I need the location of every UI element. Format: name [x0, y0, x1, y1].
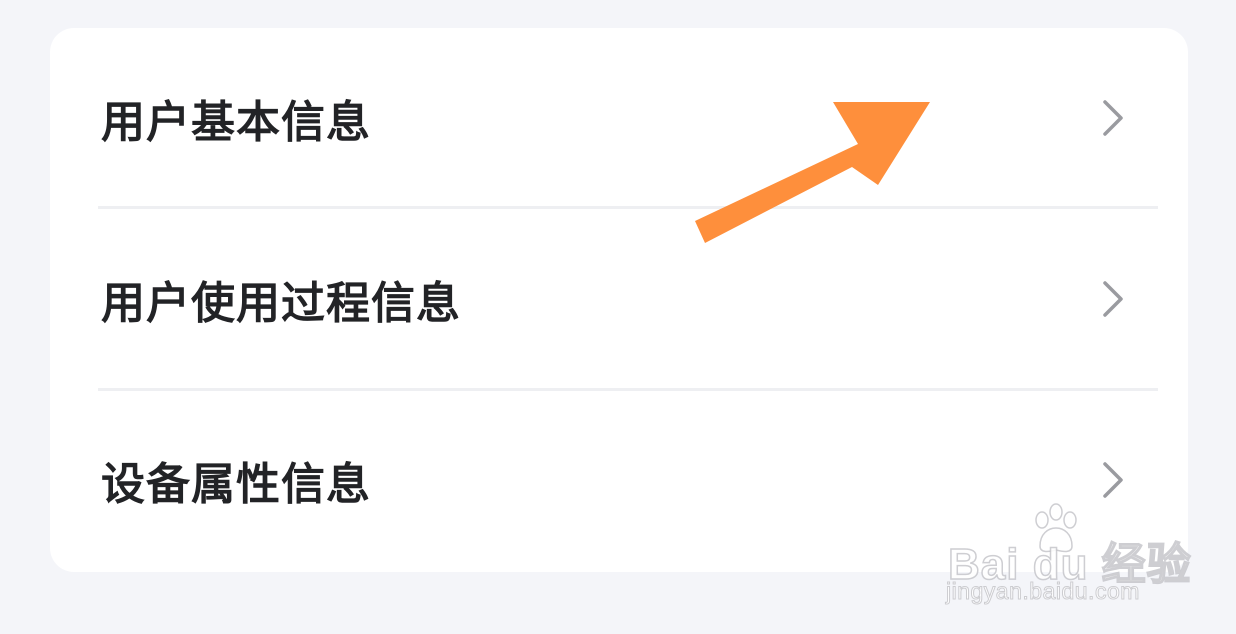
chevron-right-icon [1103, 462, 1123, 498]
list-item-label: 用户使用过程信息 [101, 278, 461, 329]
settings-card: 用户基本信息 用户使用过程信息 设备属性信息 [50, 28, 1188, 572]
watermark-url: jingyan.baidu.com [946, 578, 1140, 605]
chevron-right-icon [1103, 281, 1123, 317]
list-item-label: 用户基本信息 [101, 97, 371, 148]
list-item-label: 设备属性信息 [101, 459, 371, 510]
list-item-user-basic-info[interactable]: 用户基本信息 [50, 28, 1188, 208]
chevron-right-icon [1103, 100, 1123, 136]
list-item-device-attribute-info[interactable]: 设备属性信息 [50, 390, 1188, 570]
list-item-user-usage-info[interactable]: 用户使用过程信息 [50, 209, 1188, 389]
